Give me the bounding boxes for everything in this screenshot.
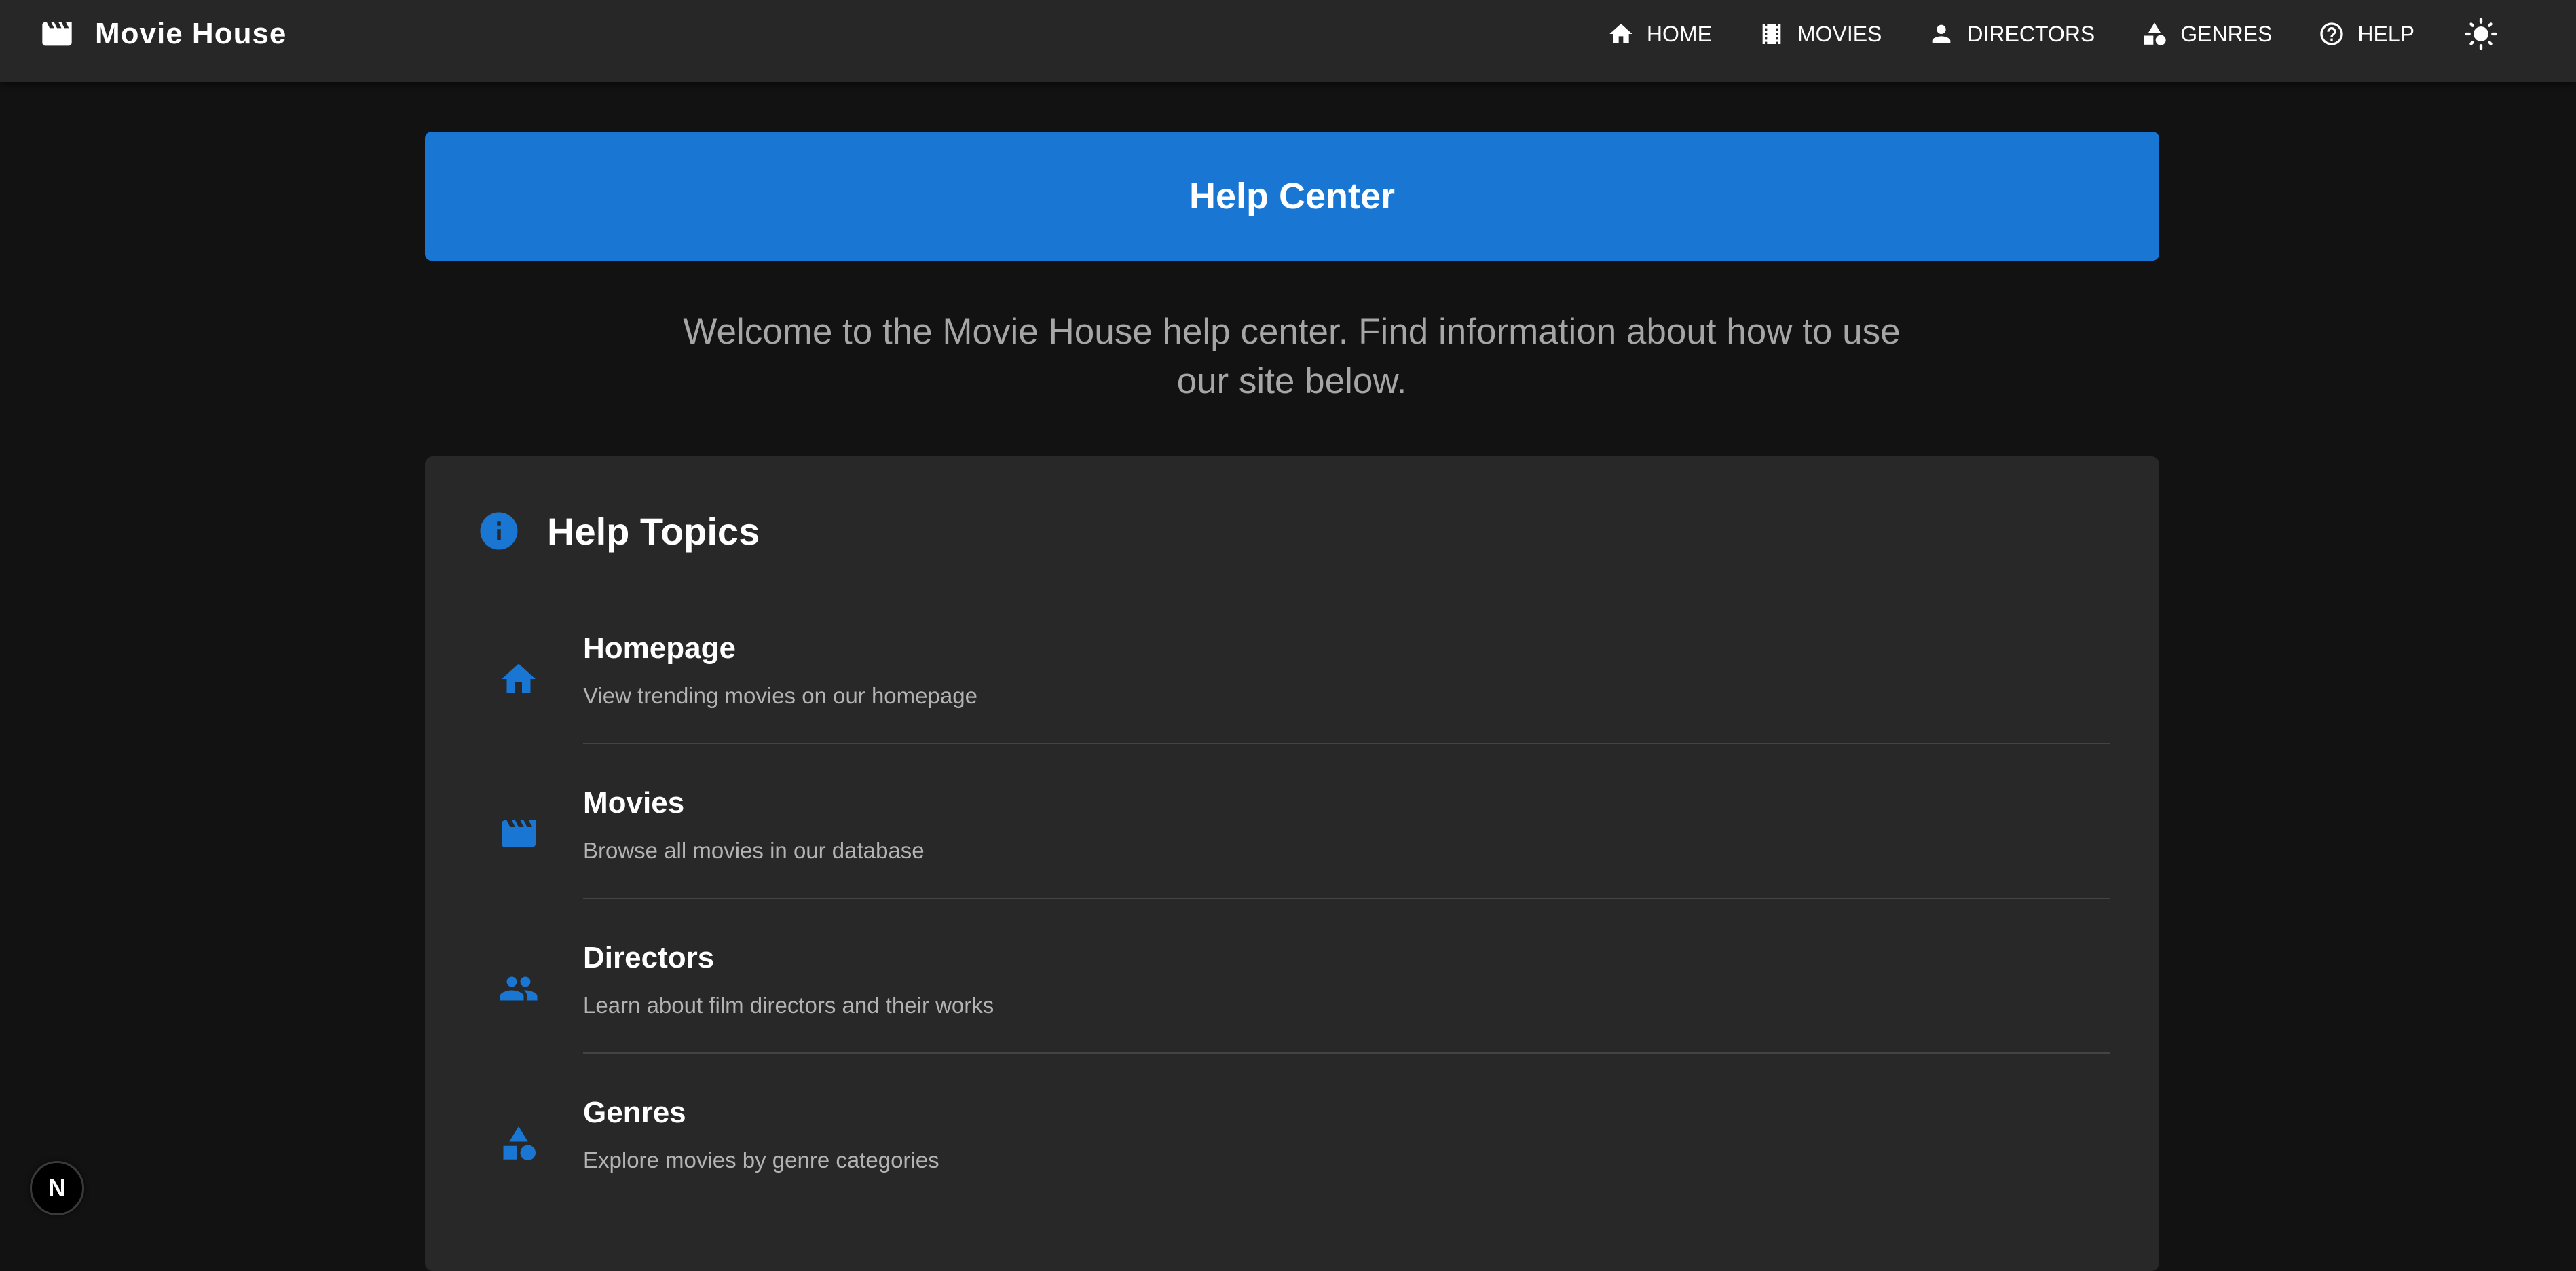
- person-icon: [1933, 24, 1951, 43]
- nav-home[interactable]: HOME: [1607, 20, 1712, 48]
- shapes-icon: [503, 1126, 536, 1160]
- clapperboard-icon: [42, 22, 72, 46]
- divider: [583, 1052, 2110, 1054]
- topic-genres[interactable]: Genres Explore movies by genre categorie…: [425, 1075, 2159, 1230]
- topic-description: Browse all movies in our database: [583, 838, 925, 863]
- topic-homepage[interactable]: Homepage View trending movies on our hom…: [425, 611, 2159, 766]
- topic-directors[interactable]: Directors Learn about film directors and…: [425, 921, 2159, 1075]
- divider: [583, 743, 2110, 744]
- nav-directors[interactable]: DIRECTORS: [1928, 20, 2095, 48]
- topic-icon: [498, 968, 539, 1009]
- topic-description: Explore movies by genre categories: [583, 1147, 939, 1173]
- topic-description: Learn about film directors and their wor…: [583, 993, 994, 1018]
- theme-toggle-button[interactable]: [2462, 15, 2500, 53]
- help-circle-icon: [2320, 22, 2344, 45]
- sun-icon: [2465, 18, 2497, 50]
- clapperboard-icon: [502, 820, 536, 847]
- topic-icon: [498, 1123, 539, 1164]
- nav-help[interactable]: HELP: [2318, 20, 2414, 48]
- nextjs-dev-badge[interactable]: N: [30, 1161, 84, 1215]
- topic-icon: [498, 813, 539, 854]
- help-topics-header: Help Topics: [477, 504, 760, 558]
- home-icon: [502, 663, 536, 693]
- app-header: Movie House HOME MOVIES DIRECTORS GENRES…: [0, 0, 2576, 82]
- nav-directors-label: DIRECTORS: [1967, 21, 2095, 46]
- nav-home-label: HOME: [1646, 21, 1712, 46]
- help-topics-card: Help Topics Homepage View trending movie…: [425, 456, 2159, 1271]
- nav-help-label: HELP: [2357, 21, 2414, 46]
- brand-name: Movie House: [95, 17, 287, 50]
- topic-title: Genres: [583, 1096, 686, 1129]
- divider: [583, 898, 2110, 899]
- people-icon: [500, 976, 538, 1001]
- film-icon: [1762, 24, 1781, 44]
- nextjs-badge-letter: N: [48, 1174, 66, 1202]
- nav-genres[interactable]: GENRES: [2141, 20, 2272, 48]
- brand-link[interactable]: Movie House: [39, 17, 286, 51]
- main-nav: HOME MOVIES DIRECTORS GENRES HELP: [1607, 14, 2500, 54]
- info-icon: [480, 512, 518, 550]
- shapes-icon: [2144, 22, 2166, 45]
- topic-description: View trending movies on our homepage: [583, 683, 977, 708]
- nav-genres-label: GENRES: [2180, 21, 2273, 46]
- topic-title: Homepage: [583, 631, 736, 665]
- help-topics-title: Help Topics: [547, 509, 760, 553]
- page-title: Help Center: [1189, 176, 1396, 217]
- intro-text: Welcome to the Movie House help center. …: [683, 312, 1901, 401]
- nav-movies-label: MOVIES: [1797, 21, 1882, 46]
- topic-icon: [498, 659, 539, 699]
- topic-movies[interactable]: Movies Browse all movies in our database: [425, 766, 2159, 921]
- home-icon: [1609, 24, 1632, 43]
- nav-movies[interactable]: MOVIES: [1758, 20, 1882, 48]
- topic-title: Directors: [583, 941, 715, 974]
- help-center-banner: Help Center: [425, 132, 2159, 261]
- topic-title: Movies: [583, 786, 685, 819]
